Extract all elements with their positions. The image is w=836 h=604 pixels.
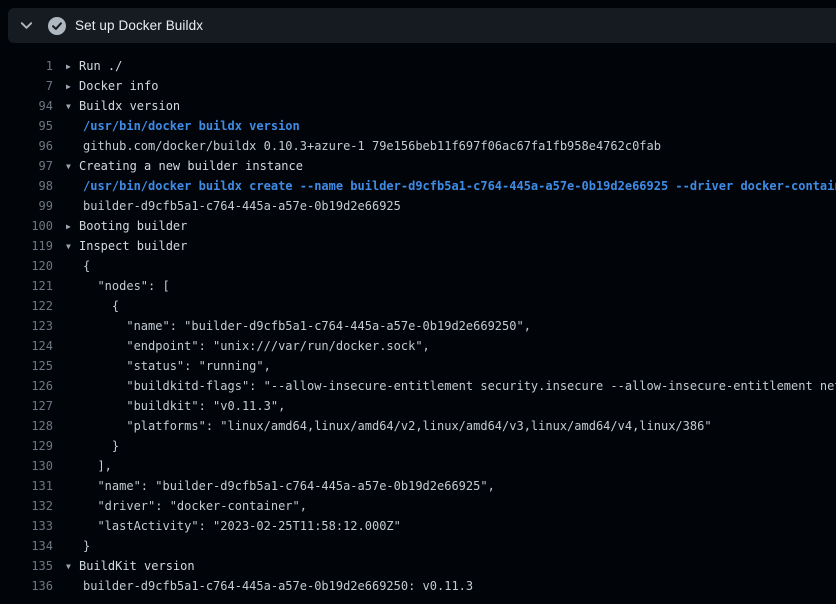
log-text: Buildx version	[79, 99, 180, 113]
log-text: "buildkitd-flags": "--allow-insecure-ent…	[83, 379, 836, 393]
log-text: Inspect builder	[79, 239, 187, 253]
line-number[interactable]: 125	[0, 356, 53, 376]
log-text: "endpoint": "unix:///var/run/docker.sock…	[83, 339, 430, 353]
log-text: "nodes": [	[83, 279, 170, 293]
log-line-125: 125 "status": "running",	[0, 356, 836, 376]
log-line-122: 122 {	[0, 296, 836, 316]
step-header[interactable]: Set up Docker Buildx	[8, 8, 836, 43]
log-text: }	[83, 539, 90, 553]
line-number[interactable]: 134	[0, 536, 53, 556]
group-collapsed-icon: ▶	[66, 57, 79, 76]
log-line-123: 123 "name": "builder-d9cfb5a1-c764-445a-…	[0, 316, 836, 336]
line-number[interactable]: 135	[0, 556, 53, 576]
step-title: Set up Docker Buildx	[75, 18, 203, 33]
log-line-94[interactable]: 94 ▼Buildx version	[0, 96, 836, 116]
chevron-down-icon	[19, 18, 34, 33]
line-number[interactable]: 123	[0, 316, 53, 336]
line-number[interactable]: 121	[0, 276, 53, 296]
group-expanded-icon: ▼	[66, 157, 79, 176]
log-line-132: 132 "driver": "docker-container",	[0, 496, 836, 516]
log-line-7[interactable]: 7 ▶Docker info	[0, 76, 836, 96]
log-line-119[interactable]: 119 ▼Inspect builder	[0, 236, 836, 256]
group-collapsed-icon: ▶	[66, 77, 79, 96]
log-line-126: 126 "buildkitd-flags": "--allow-insecure…	[0, 376, 836, 396]
log-text: "name": "builder-d9cfb5a1-c764-445a-a57e…	[83, 479, 495, 493]
log-line-127: 127 "buildkit": "v0.11.3",	[0, 396, 836, 416]
line-number[interactable]: 99	[0, 196, 53, 216]
group-collapsed-icon: ▶	[66, 217, 79, 236]
log-text: builder-d9cfb5a1-c764-445a-a57e-0b19d2e6…	[83, 579, 473, 593]
line-number[interactable]: 97	[0, 156, 53, 176]
line-number[interactable]: 132	[0, 496, 53, 516]
log-line-136: 136 builder-d9cfb5a1-c764-445a-a57e-0b19…	[0, 576, 836, 596]
log-line-128: 128 "platforms": "linux/amd64,linux/amd6…	[0, 416, 836, 436]
group-expanded-icon: ▼	[66, 97, 79, 116]
line-number[interactable]: 119	[0, 236, 53, 256]
line-number[interactable]: 131	[0, 476, 53, 496]
group-expanded-icon: ▼	[66, 557, 79, 576]
group-expanded-icon: ▼	[66, 237, 79, 256]
line-number[interactable]: 128	[0, 416, 53, 436]
log-text: "driver": "docker-container",	[83, 499, 307, 513]
line-number[interactable]: 94	[0, 96, 53, 116]
log-text: github.com/docker/buildx 0.10.3+azure-1 …	[83, 139, 661, 153]
log-line-121: 121 "nodes": [	[0, 276, 836, 296]
log-line-129: 129 }	[0, 436, 836, 456]
log-text: Docker info	[79, 79, 158, 93]
log-line-120: 120 {	[0, 256, 836, 276]
log-line-131: 131 "name": "builder-d9cfb5a1-c764-445a-…	[0, 476, 836, 496]
log-text: }	[83, 439, 119, 453]
line-number[interactable]: 122	[0, 296, 53, 316]
log-text: Run ./	[79, 59, 122, 73]
log-line-124: 124 "endpoint": "unix:///var/run/docker.…	[0, 336, 836, 356]
log-text: "buildkit": "v0.11.3",	[83, 399, 285, 413]
log-text: /usr/bin/docker buildx version	[83, 119, 300, 133]
log-text: BuildKit version	[79, 559, 195, 573]
line-number[interactable]: 7	[0, 76, 53, 96]
log-text: "status": "running",	[83, 359, 271, 373]
log-line-99: 99 builder-d9cfb5a1-c764-445a-a57e-0b19d…	[0, 196, 836, 216]
line-number[interactable]: 133	[0, 516, 53, 536]
log-line-130: 130 ],	[0, 456, 836, 476]
log-line-134: 134 }	[0, 536, 836, 556]
line-number[interactable]: 1	[0, 56, 53, 76]
log-text: Creating a new builder instance	[79, 159, 303, 173]
log-text: ],	[83, 459, 112, 473]
line-number[interactable]: 127	[0, 396, 53, 416]
line-number[interactable]: 98	[0, 176, 53, 196]
line-number[interactable]: 124	[0, 336, 53, 356]
line-number[interactable]: 129	[0, 436, 53, 456]
log-line-100[interactable]: 100 ▶Booting builder	[0, 216, 836, 236]
log-line-1[interactable]: 1 ▶Run ./	[0, 56, 836, 76]
line-number[interactable]: 126	[0, 376, 53, 396]
log-line-96: 96 github.com/docker/buildx 0.10.3+azure…	[0, 136, 836, 156]
line-number[interactable]: 100	[0, 216, 53, 236]
line-number[interactable]: 96	[0, 136, 53, 156]
log-text: "lastActivity": "2023-02-25T11:58:12.000…	[83, 519, 401, 533]
log-text: "platforms": "linux/amd64,linux/amd64/v2…	[83, 419, 712, 433]
log-text: Booting builder	[79, 219, 187, 233]
log-line-95: 95 /usr/bin/docker buildx version	[0, 116, 836, 136]
log-text: /usr/bin/docker buildx create --name bui…	[83, 179, 836, 193]
log-lines: 1 ▶Run ./ 7 ▶Docker info 94 ▼Buildx vers…	[0, 43, 836, 596]
collapse-step-button[interactable]	[13, 13, 39, 39]
line-number[interactable]: 136	[0, 576, 53, 596]
log-text: {	[83, 259, 90, 273]
line-number[interactable]: 95	[0, 116, 53, 136]
line-number[interactable]: 130	[0, 456, 53, 476]
log-text: {	[83, 299, 119, 313]
log-text: "name": "builder-d9cfb5a1-c764-445a-a57e…	[83, 319, 531, 333]
check-circle-icon	[48, 17, 66, 35]
log-line-98: 98 /usr/bin/docker buildx create --name …	[0, 176, 836, 196]
log-line-97[interactable]: 97 ▼Creating a new builder instance	[0, 156, 836, 176]
line-number[interactable]: 120	[0, 256, 53, 276]
log-text: builder-d9cfb5a1-c764-445a-a57e-0b19d2e6…	[83, 199, 401, 213]
log-line-135[interactable]: 135 ▼BuildKit version	[0, 556, 836, 576]
log-line-133: 133 "lastActivity": "2023-02-25T11:58:12…	[0, 516, 836, 536]
